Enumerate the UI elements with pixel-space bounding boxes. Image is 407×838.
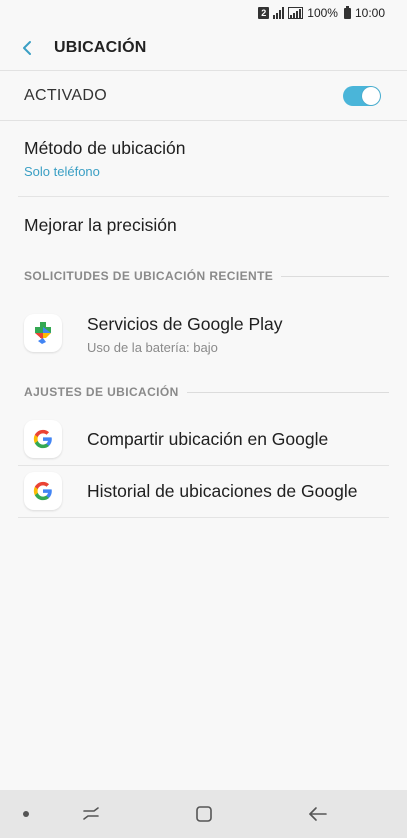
google-play-services-row[interactable]: Servicios de Google Play Uso de la bater… — [18, 296, 389, 372]
battery-icon — [343, 5, 351, 19]
sim-slot-badge: 2 — [258, 7, 270, 19]
google-play-services-icon — [24, 314, 62, 352]
improve-accuracy-title: Mejorar la precisión — [24, 215, 177, 235]
location-settings-section-header: AJUSTES DE UBICACIÓN — [24, 385, 389, 399]
master-switch-label: ACTIVADO — [24, 86, 108, 104]
section-divider-line — [281, 275, 389, 277]
toggle-knob — [362, 86, 380, 105]
location-method-row[interactable]: Método de ubicación Solo teléfono — [18, 121, 389, 197]
nav-dot-button[interactable] — [16, 790, 36, 838]
back-button[interactable] — [16, 37, 38, 59]
status-bar: 2 100% 10:00 — [0, 0, 407, 26]
recent-requests-section-header: SOLICITUDES DE UBICACIÓN RECIENTE — [24, 269, 389, 283]
improve-accuracy-row[interactable]: Mejorar la precisión — [18, 197, 389, 255]
google-location-history-title: Historial de ubicaciones de Google — [87, 481, 358, 501]
recent-apps-icon — [83, 807, 99, 820]
page-title: UBICACIÓN — [54, 39, 147, 56]
location-toggle[interactable] — [343, 85, 381, 106]
section-divider-line — [186, 391, 389, 393]
signal-strength-icon — [273, 7, 285, 19]
chevron-left-icon — [23, 41, 31, 55]
recent-requests-section-title: SOLICITUDES DE UBICACIÓN RECIENTE — [24, 269, 274, 283]
google-g-icon — [24, 472, 62, 510]
app-header: UBICACIÓN — [0, 26, 407, 70]
navigation-bar — [0, 790, 407, 838]
share-location-google-row[interactable]: Compartir ubicación en Google — [18, 414, 389, 465]
share-location-google-title: Compartir ubicación en Google — [87, 429, 329, 449]
home-icon — [196, 806, 212, 822]
google-location-history-row[interactable]: Historial de ubicaciones de Google — [18, 466, 389, 517]
google-play-services-battery-usage: Uso de la batería: bajo — [87, 340, 218, 355]
location-master-switch-row[interactable]: ACTIVADO — [0, 71, 407, 120]
google-g-icon — [24, 420, 62, 458]
signal-strength-2-icon — [288, 7, 304, 19]
google-play-services-title: Servicios de Google Play — [87, 314, 283, 334]
back-arrow-icon — [309, 807, 327, 821]
location-settings-section-title: AJUSTES DE UBICACIÓN — [24, 385, 179, 399]
row-divider — [18, 517, 389, 518]
dot-indicator-icon — [23, 811, 29, 817]
clock: 10:00 — [354, 6, 385, 20]
recent-apps-button[interactable] — [76, 790, 106, 838]
battery-percent: 100% — [307, 6, 338, 20]
home-button[interactable] — [188, 790, 220, 838]
location-method-title: Método de ubicación — [24, 138, 186, 158]
system-back-button[interactable] — [302, 790, 334, 838]
location-method-value: Solo teléfono — [24, 164, 100, 179]
